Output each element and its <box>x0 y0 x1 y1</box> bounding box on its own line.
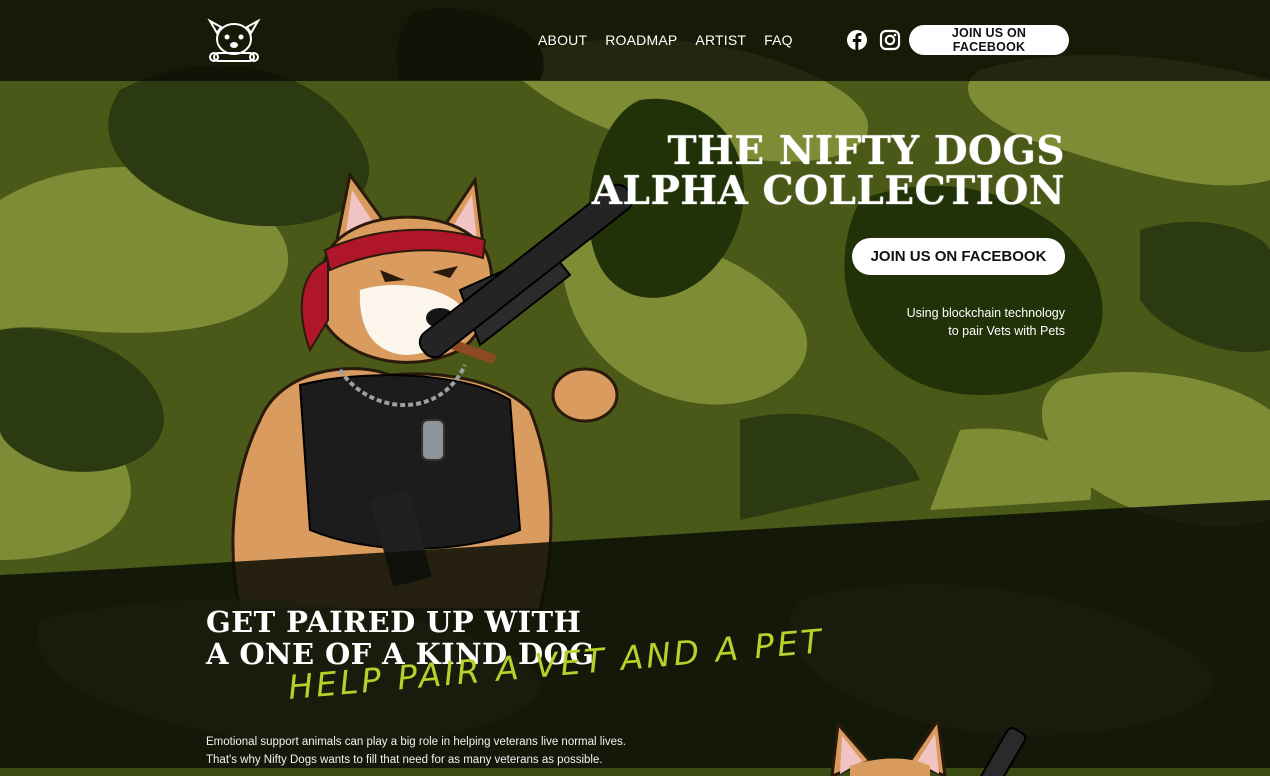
section-title-line-1: GET PAIRED UP WITH <box>206 605 582 639</box>
tagline-line-1: Using blockchain technology <box>906 306 1065 320</box>
alpha-dog-illustration <box>231 171 634 610</box>
body-line-1: Emotional support animals can play a big… <box>206 736 626 748</box>
hero-tagline: Using blockchain technology to pair Vets… <box>907 304 1065 340</box>
hero-join-facebook-button[interactable]: JOIN US ON FACEBOOK <box>852 238 1065 275</box>
nav-link-artist[interactable]: ARTIST <box>695 32 746 48</box>
second-dog-illustration <box>830 716 1027 776</box>
facebook-icon[interactable] <box>846 29 868 51</box>
tagline-line-2: to pair Vets with Pets <box>948 324 1065 338</box>
hero-title-line-2: ALPHA COLLECTION <box>591 168 1065 214</box>
header-join-facebook-button[interactable]: JOIN US ON FACEBOOK <box>909 25 1069 55</box>
nav-link-about[interactable]: ABOUT <box>538 32 587 48</box>
section-body-text: Emotional support animals can play a big… <box>206 733 626 769</box>
main-nav: ABOUT ROADMAP ARTIST FAQ <box>538 32 793 48</box>
instagram-icon[interactable] <box>879 29 901 51</box>
nav-link-roadmap[interactable]: ROADMAP <box>605 32 677 48</box>
nifty-dogs-logo[interactable] <box>206 15 262 65</box>
nav-link-faq[interactable]: FAQ <box>764 32 793 48</box>
site-header: ABOUT ROADMAP ARTIST FAQ JOIN US ON FACE… <box>0 0 1270 81</box>
body-line-2: That's why Nifty Dogs wants to fill that… <box>206 754 603 766</box>
hero-title: THE NIFTY DOGS ALPHA COLLECTION <box>592 131 1065 211</box>
